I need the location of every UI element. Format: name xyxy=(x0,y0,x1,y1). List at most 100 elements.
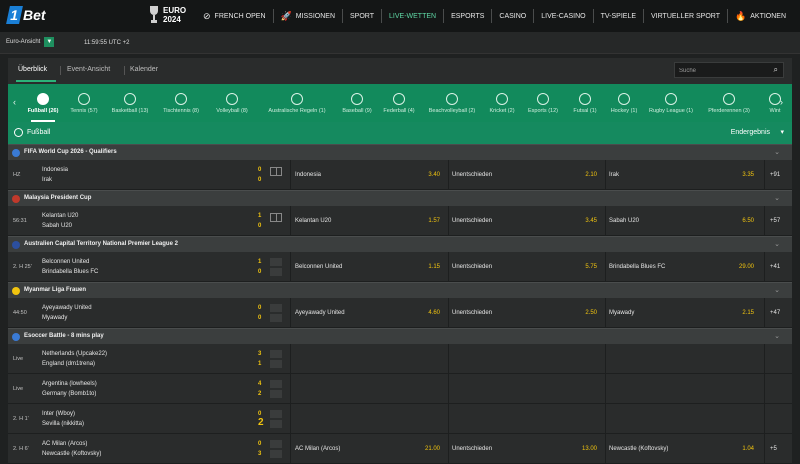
chevron-down-icon[interactable]: ⌄ xyxy=(774,194,780,202)
nav-sport[interactable]: SPORT xyxy=(342,9,381,23)
sport-filter-11[interactable]: Futsal (1) xyxy=(566,84,604,122)
euro-2024-link[interactable]: EURO 2024 xyxy=(148,5,186,25)
brand-logo[interactable]: 1 Bet xyxy=(6,6,46,24)
odd-home-value[interactable]: 4.60 xyxy=(410,310,440,316)
chevron-down-icon[interactable]: ⌄ xyxy=(774,148,780,156)
sport-filter-8[interactable]: Beachvolleyball (2) xyxy=(422,84,482,122)
nav-virtueller-sport[interactable]: VIRTUELLER SPORT xyxy=(643,9,727,23)
odd-home-value[interactable]: 3.40 xyxy=(410,172,440,178)
away-team[interactable]: Brindabella Blues FC xyxy=(42,269,98,275)
odd-home-label[interactable]: AC Milan (Arcos) xyxy=(295,446,340,452)
home-team[interactable]: Inter (Wboy) xyxy=(42,411,75,417)
home-team[interactable]: Netherlands (Upcake22) xyxy=(42,351,107,357)
nav-missionen[interactable]: 🚀 MISSIONEN xyxy=(272,9,343,23)
home-team[interactable]: Argentina (lowheels) xyxy=(42,381,97,387)
sport-filter-3[interactable]: Tischtennis (8) xyxy=(156,84,206,122)
odd-away-value[interactable]: 6.50 xyxy=(724,218,754,224)
chevron-down-icon[interactable]: ⌄ xyxy=(774,240,780,248)
league-header[interactable]: Myanmar Liga Frauen ⌄ xyxy=(8,282,792,298)
sport-filter-6[interactable]: Baseball (9) xyxy=(338,84,376,122)
nav-esports[interactable]: ESPORTS xyxy=(443,9,491,23)
nav-live-casino[interactable]: LIVE-CASINO xyxy=(533,9,592,23)
odd-away-label[interactable]: Myawady xyxy=(609,310,634,316)
odd-away-value[interactable]: 3.35 xyxy=(724,172,754,178)
field-icon[interactable] xyxy=(270,167,282,176)
nav-aktionen[interactable]: 🔥 AKTIONEN xyxy=(727,9,793,23)
sport-filter-12[interactable]: Hockey (1) xyxy=(605,84,643,122)
stats-icon[interactable] xyxy=(270,440,282,448)
stats-icon[interactable] xyxy=(270,420,282,428)
home-team[interactable]: Indonesia xyxy=(42,167,68,173)
away-team[interactable]: Germany (Bomb1to) xyxy=(42,391,96,397)
odds-format-select[interactable]: Euro-Ansicht ▼ xyxy=(6,37,55,47)
odd-away-label[interactable]: Sabah U20 xyxy=(609,218,639,224)
nav-live-wetten[interactable]: LIVE-WETTEN xyxy=(381,9,443,23)
more-markets-button[interactable]: +57 xyxy=(770,218,780,224)
home-team[interactable]: Belconnen United xyxy=(42,259,89,265)
odd-away-label[interactable]: Irak xyxy=(609,172,619,178)
stats-icon[interactable] xyxy=(270,450,282,458)
away-team[interactable]: Newcastle (Koftovsky) xyxy=(42,451,101,457)
odd-draw-label[interactable]: Unentschieden xyxy=(452,172,492,178)
sport-filter-14[interactable]: Pferderennen (3) xyxy=(701,84,757,122)
stats-icon[interactable] xyxy=(270,380,282,388)
nav-french-open[interactable]: ⊘ FRENCH OPEN xyxy=(196,9,273,23)
nav-casino[interactable]: CASINO xyxy=(491,9,533,23)
away-team[interactable]: Sabah U20 xyxy=(42,223,72,229)
odd-draw-value[interactable]: 2.10 xyxy=(567,172,597,178)
odd-draw-value[interactable]: 5.75 xyxy=(567,264,597,270)
league-header[interactable]: FIFA World Cup 2026 - Qualifiers ⌄ xyxy=(8,144,792,160)
away-team[interactable]: Sevilla (nikkitta) xyxy=(42,421,84,427)
home-team[interactable]: Kelantan U20 xyxy=(42,213,78,219)
odd-away-label[interactable]: Brindabella Blues FC xyxy=(609,264,665,270)
odd-home-value[interactable]: 1.57 xyxy=(410,218,440,224)
odd-home-value[interactable]: 21.00 xyxy=(410,446,440,452)
league-header[interactable]: Malaysia President Cup ⌄ xyxy=(8,190,792,206)
nav-tv-spiele[interactable]: TV-SPIELE xyxy=(592,9,643,23)
odd-away-label[interactable]: Newcastle (Koftovsky) xyxy=(609,446,668,452)
odd-home-label[interactable]: Ayeyawady United xyxy=(295,310,345,316)
sport-filter-13[interactable]: Rugby League (1) xyxy=(644,84,698,122)
odd-home-value[interactable]: 1.15 xyxy=(410,264,440,270)
sport-filter-7[interactable]: Federball (4) xyxy=(378,84,420,122)
away-team[interactable]: England (dm1trena) xyxy=(42,361,95,367)
sport-filter-10[interactable]: Esports (12) xyxy=(522,84,564,122)
stats-icon[interactable] xyxy=(270,268,282,276)
search-icon[interactable]: ⌕ xyxy=(774,65,778,75)
sport-filter-0[interactable]: Fußball (26) xyxy=(23,84,63,122)
stats-icon[interactable] xyxy=(270,390,282,398)
away-team[interactable]: Irak xyxy=(42,177,52,183)
sport-filter-2[interactable]: Basketball (13) xyxy=(106,84,154,122)
chevron-down-icon[interactable]: ⌄ xyxy=(774,332,780,340)
sport-filter-5[interactable]: Australische Regeln (1) xyxy=(258,84,336,122)
tab-overview[interactable]: Überblick xyxy=(18,66,47,73)
stats-icon[interactable] xyxy=(270,360,282,368)
chevron-left-icon[interactable]: ‹ xyxy=(13,97,16,107)
more-markets-button[interactable]: +41 xyxy=(770,264,780,270)
odd-away-value[interactable]: 2.15 xyxy=(724,310,754,316)
odd-home-label[interactable]: Belconnen United xyxy=(295,264,342,270)
more-markets-button[interactable]: +91 xyxy=(770,172,780,178)
odd-draw-label[interactable]: Unentschieden xyxy=(452,446,492,452)
odd-home-label[interactable]: Kelantan U20 xyxy=(295,218,331,224)
odd-home-label[interactable]: Indonesia xyxy=(295,172,321,178)
sport-filter-1[interactable]: Tennis (57) xyxy=(65,84,103,122)
odd-draw-value[interactable]: 3.45 xyxy=(567,218,597,224)
odd-draw-value[interactable]: 13.00 xyxy=(567,446,597,452)
tab-event-view[interactable]: Event-Ansicht xyxy=(67,66,110,73)
market-select[interactable]: Endergebnis xyxy=(731,129,770,136)
field-icon[interactable] xyxy=(270,213,282,222)
league-header[interactable]: Australien Capital Territory National Pr… xyxy=(8,236,792,252)
search-box[interactable]: ⌕ xyxy=(674,62,784,78)
away-team[interactable]: Myawady xyxy=(42,315,67,321)
sport-filter-9[interactable]: Kricket (2) xyxy=(484,84,520,122)
chevron-down-icon[interactable]: ⌄ xyxy=(774,286,780,294)
league-header[interactable]: Esoccer Battle - 8 mins play ⌄ xyxy=(8,328,792,344)
odd-draw-label[interactable]: Unentschieden xyxy=(452,264,492,270)
odd-draw-label[interactable]: Unentschieden xyxy=(452,310,492,316)
more-markets-button[interactable]: +47 xyxy=(770,310,780,316)
more-markets-button[interactable]: +5 xyxy=(770,446,777,452)
chevron-down-icon[interactable]: ▾ xyxy=(780,128,784,136)
odd-away-value[interactable]: 29.00 xyxy=(724,264,754,270)
tab-calendar[interactable]: Kalender xyxy=(130,66,158,73)
